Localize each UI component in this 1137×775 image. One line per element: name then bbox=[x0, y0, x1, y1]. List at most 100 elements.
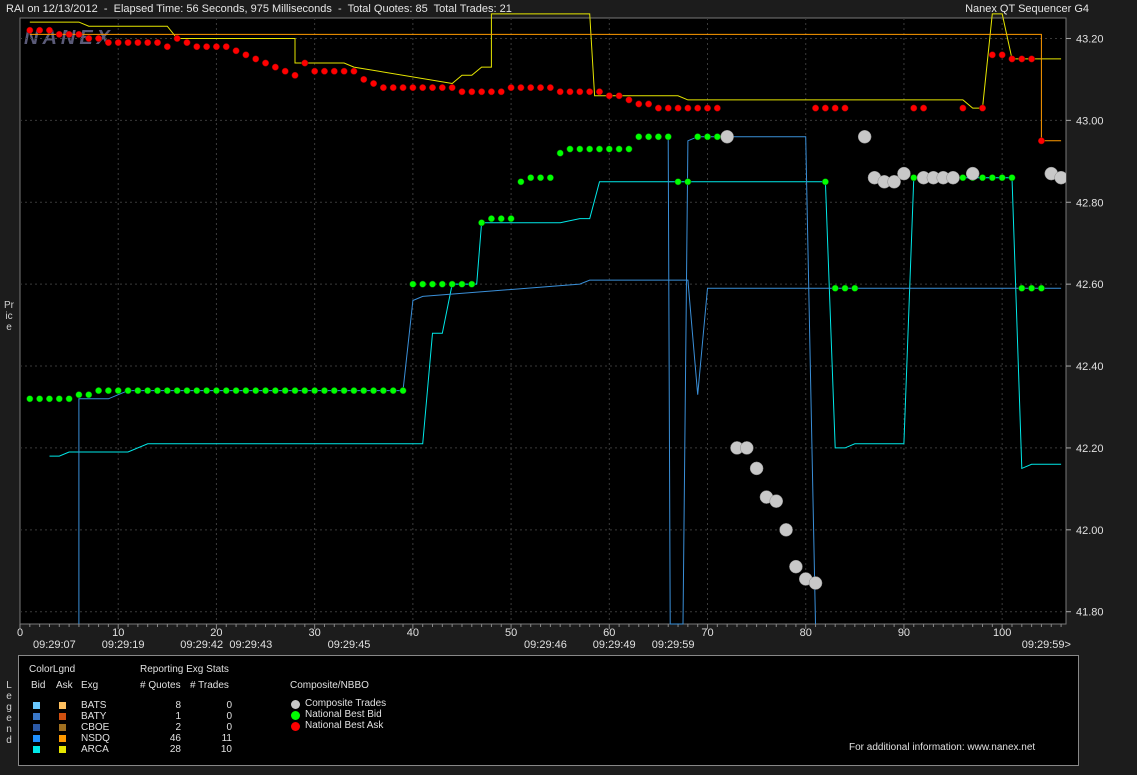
national-best-bid-point bbox=[645, 133, 653, 141]
national-best-bid-point bbox=[605, 145, 613, 153]
national-best-ask-point bbox=[1008, 55, 1016, 63]
bid-color-swatch bbox=[33, 735, 40, 742]
national-best-bid-point bbox=[379, 387, 387, 395]
national-best-ask-point bbox=[556, 88, 564, 96]
national-best-ask-point bbox=[134, 39, 142, 47]
national-best-ask-point bbox=[910, 104, 918, 112]
national-best-ask-point bbox=[566, 88, 574, 96]
national-best-ask-point bbox=[55, 30, 63, 38]
quote-count: 8 bbox=[175, 700, 181, 711]
national-best-ask-point bbox=[242, 51, 250, 59]
national-best-ask-point bbox=[154, 39, 161, 47]
national-best-bid-point bbox=[360, 387, 368, 395]
national-best-bid-point bbox=[232, 387, 240, 395]
national-best-ask-point bbox=[144, 39, 152, 47]
national-best-bid-point bbox=[586, 145, 594, 153]
national-best-ask-point bbox=[212, 43, 220, 51]
legend-dot-icon bbox=[291, 700, 300, 709]
national-best-bid-point bbox=[704, 133, 711, 141]
national-best-bid-point bbox=[291, 387, 299, 395]
national-best-bid-point bbox=[478, 219, 486, 227]
time-label: 09:29:49 bbox=[593, 639, 636, 651]
national-best-ask-point bbox=[65, 30, 73, 38]
national-best-ask-point bbox=[645, 100, 653, 108]
national-best-ask-point bbox=[311, 67, 319, 75]
national-best-ask-point bbox=[448, 84, 456, 92]
national-best-ask-point bbox=[537, 84, 544, 92]
national-best-bid-point bbox=[222, 387, 230, 395]
national-best-ask-point bbox=[458, 88, 466, 96]
national-best-ask-point bbox=[36, 26, 44, 34]
national-best-bid-point bbox=[85, 391, 93, 399]
bid-color-swatch bbox=[33, 713, 40, 720]
time-label: 09:29:19 bbox=[102, 639, 145, 651]
national-best-ask-point bbox=[1018, 55, 1026, 63]
composite-legend-label: Composite Trades bbox=[305, 698, 387, 709]
national-best-bid-point bbox=[556, 149, 564, 157]
national-best-bid-point bbox=[546, 174, 554, 182]
national-best-bid-point bbox=[350, 387, 358, 395]
ask-color-swatch bbox=[59, 702, 66, 709]
national-best-bid-point bbox=[212, 387, 220, 395]
national-best-ask-point bbox=[389, 84, 397, 92]
national-best-bid-point bbox=[998, 174, 1006, 182]
national-best-ask-point bbox=[350, 67, 358, 75]
national-best-ask-point bbox=[262, 59, 269, 67]
legend-side-label: Legend bbox=[6, 680, 12, 746]
x-tick-label: 60 bbox=[603, 627, 615, 639]
price-chart[interactable]: NANEX 43.2043.0042.8042.6042.4042.2042.00… bbox=[0, 0, 1137, 655]
national-best-bid-point bbox=[144, 387, 152, 395]
national-best-ask-point bbox=[370, 80, 378, 87]
national-best-bid-point bbox=[252, 387, 260, 395]
national-best-bid-point bbox=[301, 387, 309, 395]
national-best-ask-point bbox=[704, 104, 711, 112]
national-best-ask-point bbox=[920, 104, 928, 112]
national-best-ask-point bbox=[586, 88, 594, 96]
legend-panel: ColorLgnd Bid Ask Exg Reporting Exg Stat… bbox=[18, 655, 1079, 766]
plot-area bbox=[19, 17, 1067, 625]
national-best-bid-point bbox=[959, 174, 967, 182]
composite-trade-point bbox=[769, 494, 784, 508]
bid-column-header: Bid bbox=[31, 680, 46, 691]
national-best-ask-point bbox=[281, 67, 289, 75]
y-tick-label: 42.80 bbox=[1076, 197, 1104, 209]
quotes-column-header: # Quotes bbox=[140, 680, 181, 691]
national-best-ask-point bbox=[163, 43, 171, 51]
x-tick-label: 10 bbox=[112, 627, 124, 639]
ask-color-swatch bbox=[59, 724, 66, 731]
composite-trade-point bbox=[946, 170, 960, 185]
national-best-ask-point bbox=[615, 92, 623, 100]
national-best-ask-point bbox=[654, 104, 662, 112]
national-best-bid-point bbox=[635, 133, 643, 141]
national-best-bid-point bbox=[625, 145, 633, 153]
national-best-bid-point bbox=[497, 215, 505, 223]
composite-legend-label: National Best Bid bbox=[305, 709, 382, 720]
time-label: 09:29:43 bbox=[229, 639, 272, 651]
national-best-ask-point bbox=[1037, 137, 1045, 145]
exchange-name: NSDQ bbox=[81, 733, 110, 744]
national-best-bid-point bbox=[979, 174, 986, 182]
quote-count: 28 bbox=[169, 744, 181, 755]
ask-color-swatch bbox=[59, 713, 66, 720]
national-best-ask-point bbox=[487, 88, 495, 96]
national-best-ask-point bbox=[173, 35, 181, 42]
ask-color-swatch bbox=[59, 746, 66, 753]
national-best-bid-point bbox=[330, 387, 338, 395]
national-best-bid-point bbox=[988, 174, 996, 182]
x-tick-label: 100 bbox=[993, 627, 1011, 639]
color-legend-title: ColorLgnd bbox=[29, 664, 76, 675]
national-best-bid-point bbox=[183, 387, 191, 395]
national-best-bid-point bbox=[399, 387, 407, 395]
composite-trade-point bbox=[1054, 170, 1066, 185]
national-best-ask-point bbox=[399, 84, 407, 92]
national-best-bid-point bbox=[527, 174, 535, 182]
x-tick-label: 50 bbox=[505, 627, 517, 639]
x-tick-label: 70 bbox=[701, 627, 713, 639]
national-best-ask-point bbox=[517, 84, 525, 92]
national-best-bid-point bbox=[517, 178, 525, 186]
national-best-ask-point bbox=[546, 84, 554, 92]
x-tick-label: 80 bbox=[800, 627, 812, 639]
national-best-bid-point bbox=[468, 280, 476, 288]
composite-trade-point bbox=[897, 166, 911, 181]
composite-trade-point bbox=[965, 166, 980, 181]
